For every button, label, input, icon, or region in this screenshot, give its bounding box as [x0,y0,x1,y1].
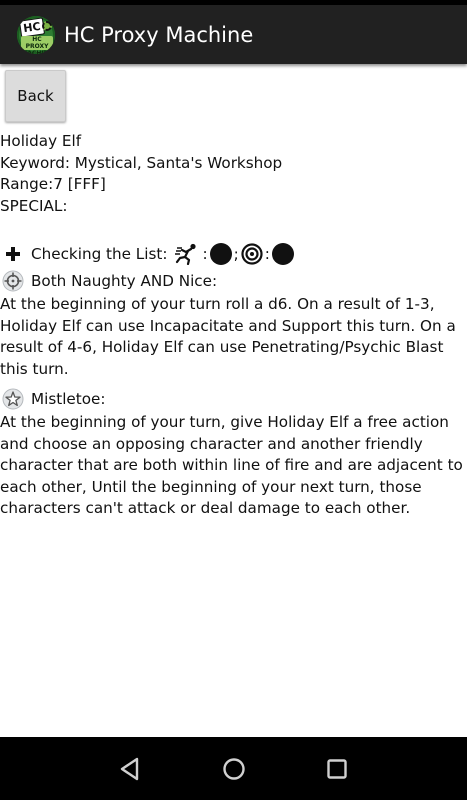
power-description: At the beginning of your turn roll a d6.… [0,295,456,378]
power-name: Mistletoe: [31,389,106,408]
keyword-line: Keyword: Mystical, Santa's Workshop [0,153,283,172]
crosshair-icon [1,269,25,293]
power-description: At the beginning of your turn, give Holi… [0,413,463,517]
power-mistletoe: Mistletoe: [0,385,467,412]
star-icon [1,387,25,411]
target-icon [241,242,263,265]
app-bar: HC HC PROXY MACHINE HC Proxy Machine [0,5,467,64]
app-logo-icon: HC HC PROXY MACHINE [17,15,55,54]
back-triangle-icon[interactable] [116,755,144,783]
power-name: Both Naughty AND Nice: [31,271,218,290]
character-name: Holiday Elf [0,132,82,150]
running-figure-icon [175,243,197,265]
gear-icon [42,20,52,31]
character-card: Holiday Elf Keyword: Mystical, Santa's W… [0,131,467,520]
power-both-naughty-and-nice: Both Naughty AND Nice: [0,267,467,294]
home-circle-icon[interactable] [220,755,248,783]
black-circle-icon [271,242,294,265]
logo-band: HC PROXY MACHINE [21,35,53,54]
power-checking-the-list: Checking the List: : ; : [0,240,467,267]
recent-apps-square-icon[interactable] [323,755,351,783]
plus-icon [1,242,25,266]
black-circle-icon [209,242,232,265]
special-label: SPECIAL: [0,196,68,215]
range-line: Range:7 [FFF] [0,175,106,193]
power-name: Checking the List: [31,244,168,263]
app-title: HC Proxy Machine [64,22,254,47]
back-button[interactable]: Back [5,70,66,122]
system-navigation-bar [0,737,467,800]
